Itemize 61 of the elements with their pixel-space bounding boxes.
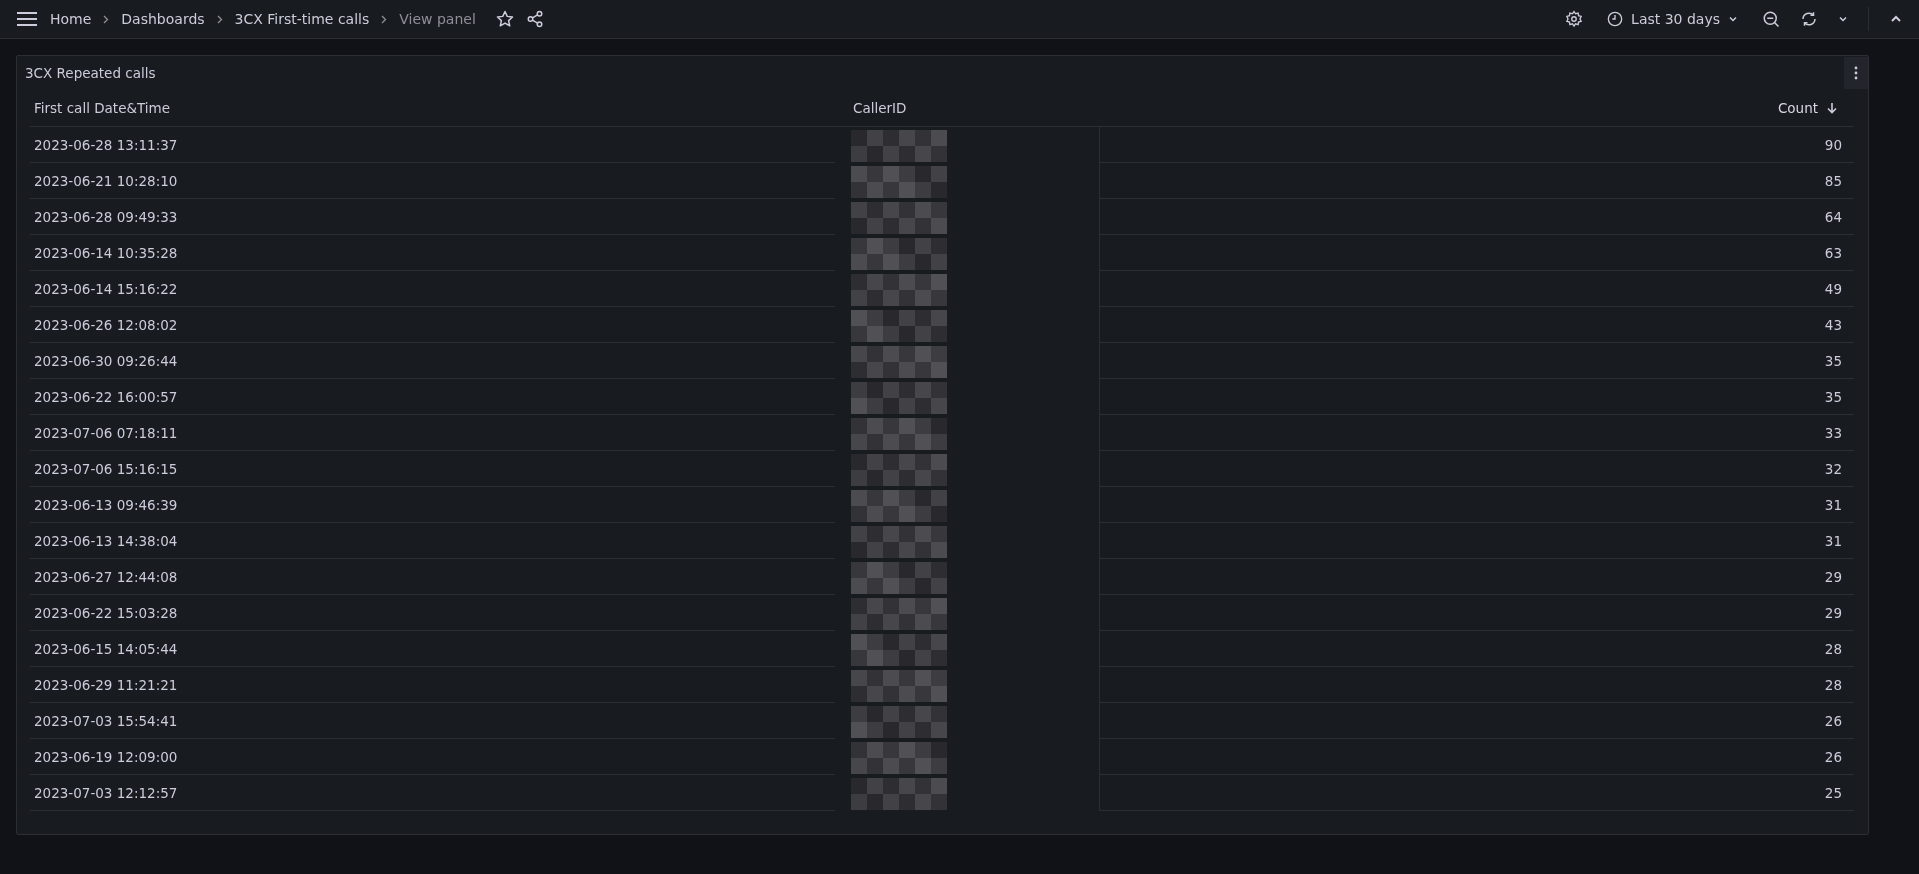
chevron-icon bbox=[216, 14, 223, 24]
panel-menu-button[interactable] bbox=[1844, 57, 1868, 89]
table-cell: 26 bbox=[1824, 712, 1842, 729]
column-header[interactable]: Count bbox=[1777, 100, 1818, 116]
table-cell: 2023-06-19 12:09:00 bbox=[34, 748, 178, 765]
table-cell: 63 bbox=[1824, 244, 1842, 261]
refresh-icon[interactable] bbox=[1800, 10, 1818, 28]
table-cell: 2023-07-06 15:16:15 bbox=[34, 460, 178, 477]
table-cell: 2023-06-14 10:35:28 bbox=[34, 244, 178, 261]
table-cell: 2023-07-03 15:54:41 bbox=[34, 712, 178, 729]
table-cell: 49 bbox=[1824, 280, 1842, 297]
table-cell: 85 bbox=[1824, 172, 1842, 189]
table-cell: 2023-06-27 12:44:08 bbox=[34, 568, 178, 585]
table-cell: 2023-06-13 14:38:04 bbox=[34, 532, 178, 549]
clock-icon bbox=[1607, 11, 1624, 27]
caret-icon[interactable] bbox=[1838, 14, 1848, 24]
table-cell: 90 bbox=[1824, 136, 1842, 153]
table-cell: 2023-06-14 15:16:22 bbox=[34, 280, 178, 297]
table-cell: 33 bbox=[1824, 424, 1842, 441]
breadcrumb-link[interactable]: 3CX First-time calls bbox=[234, 11, 370, 27]
table-cell: 2023-06-15 14:05:44 bbox=[34, 640, 178, 657]
table-cell: 31 bbox=[1824, 532, 1842, 549]
table-cell: 2023-06-29 11:21:21 bbox=[34, 676, 178, 693]
table-cell: 28 bbox=[1824, 640, 1842, 657]
more-icon bbox=[1854, 66, 1858, 80]
share-icon[interactable] bbox=[525, 10, 544, 28]
column-header[interactable]: CallerID bbox=[853, 100, 907, 116]
table-cell: 25 bbox=[1824, 784, 1842, 801]
table-cell: 2023-06-22 16:00:57 bbox=[34, 388, 178, 405]
table-cell: 28 bbox=[1824, 676, 1842, 693]
table-cell: 2023-06-21 10:28:10 bbox=[34, 172, 178, 189]
table-cell: 29 bbox=[1824, 604, 1842, 621]
table-cell: 2023-07-03 12:12:57 bbox=[34, 784, 178, 801]
chevron-icon bbox=[103, 14, 110, 24]
menu-icon[interactable] bbox=[16, 11, 38, 27]
table-cell: 35 bbox=[1824, 388, 1842, 405]
breadcrumb-link[interactable]: View panel bbox=[399, 11, 476, 27]
table-cell: 2023-06-30 09:26:44 bbox=[34, 352, 178, 369]
breadcrumb-link[interactable]: Home bbox=[50, 11, 92, 27]
star-icon[interactable] bbox=[495, 10, 514, 28]
panel-title: 3CX Repeated calls bbox=[25, 65, 156, 81]
table-cell: 2023-06-22 15:03:28 bbox=[34, 604, 178, 621]
chevron-icon bbox=[381, 14, 388, 24]
settings-icon[interactable] bbox=[1565, 10, 1584, 28]
column-header[interactable]: First call Date&Time bbox=[34, 100, 171, 116]
table-cell: 2023-06-26 12:08:02 bbox=[34, 316, 178, 333]
table-cell: 43 bbox=[1824, 316, 1842, 333]
table-cell: 31 bbox=[1824, 496, 1842, 513]
table-cell: 29 bbox=[1824, 568, 1842, 585]
caret-icon bbox=[1728, 14, 1738, 24]
table-cell: 2023-06-28 13:11:37 bbox=[34, 136, 178, 153]
table-cell: 35 bbox=[1824, 352, 1842, 369]
breadcrumb-link[interactable]: Dashboards bbox=[121, 11, 205, 27]
table-cell: 26 bbox=[1824, 748, 1842, 765]
table-cell: 2023-06-28 09:49:33 bbox=[34, 208, 178, 225]
table-cell: 2023-07-06 07:18:11 bbox=[34, 424, 178, 441]
zoom-out-icon[interactable] bbox=[1762, 10, 1780, 28]
time-range-picker[interactable]: Last 30 days bbox=[1603, 7, 1742, 31]
table-cell: 64 bbox=[1824, 208, 1842, 225]
table-cell: 2023-06-13 09:46:39 bbox=[34, 496, 178, 513]
table-cell: 32 bbox=[1824, 460, 1842, 477]
